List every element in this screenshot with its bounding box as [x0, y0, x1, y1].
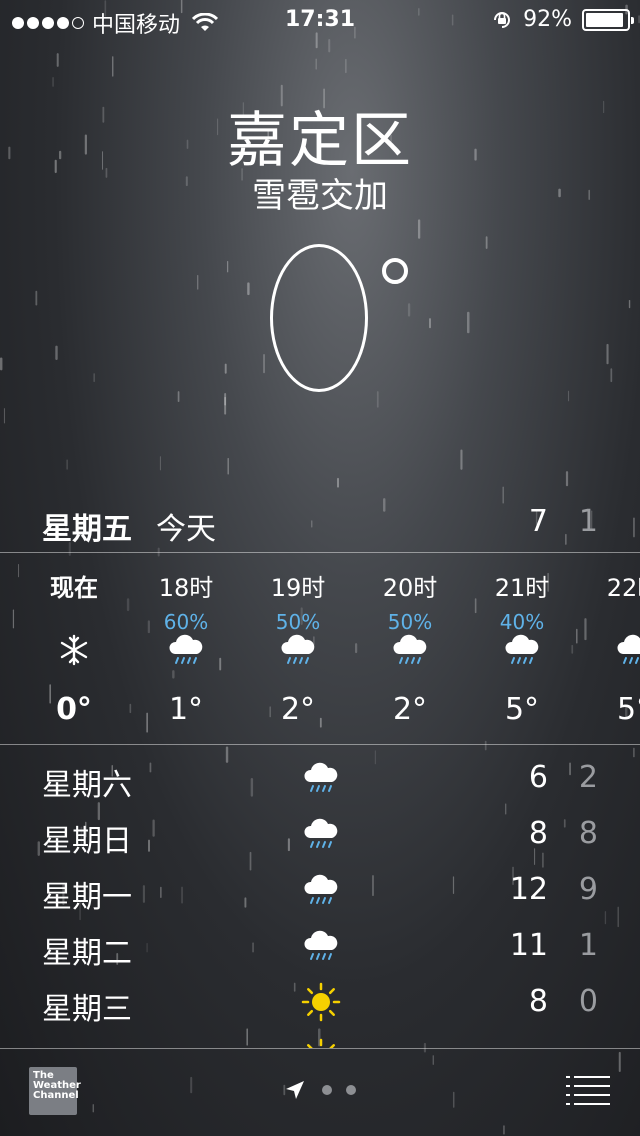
hour-temperature: 5° [616, 692, 640, 727]
daily-row: 星期三 8 0 [0, 976, 640, 1032]
day-high: 8 [528, 816, 548, 851]
bottom-toolbar: The Weather Channel [0, 1049, 640, 1136]
hour-temperature: 5° [504, 692, 540, 727]
today-label: 今天 [156, 512, 216, 547]
day-low: 1 [578, 928, 598, 963]
day-high: 6 [528, 760, 548, 795]
weekday-label: 星期六 [42, 768, 132, 803]
battery-percent: 92% [523, 7, 572, 32]
hour-temperature: 2° [280, 692, 316, 727]
sun-icon [301, 982, 341, 1022]
day-low: 2 [578, 760, 598, 795]
location-arrow-icon[interactable] [284, 1079, 306, 1101]
hour-temperature: 2° [392, 692, 428, 727]
list-icon[interactable] [566, 1075, 610, 1105]
rain-cloud-icon [301, 926, 341, 966]
weekday-label: 星期日 [42, 824, 132, 859]
hour-temperature: 0° [56, 692, 92, 727]
weekday-label: 星期一 [42, 880, 132, 915]
hour-label: 19时 [270, 574, 326, 602]
hourly-forecast[interactable]: 现在0°18时60%1°19时50%2°20时50%2°21时40%5°22时5… [0, 554, 640, 744]
battery-icon [582, 8, 634, 31]
page-dot-icon[interactable] [322, 1085, 332, 1095]
daily-row: 星期四 [0, 1032, 640, 1048]
day-low: 0 [578, 984, 598, 1019]
orientation-lock-icon [494, 11, 511, 28]
daily-row: 星期二 11 1 [0, 920, 640, 976]
rain-cloud-icon [301, 758, 341, 798]
rain-cloud-icon [278, 630, 318, 670]
current-temperature [270, 244, 408, 392]
divider-bottom [0, 744, 640, 745]
today-low: 1 [578, 504, 598, 539]
divider-top [0, 552, 640, 553]
rain-cloud-icon [301, 870, 341, 910]
day-high: 11 [509, 928, 548, 963]
rain-cloud-icon [301, 814, 341, 854]
sun-icon [301, 1038, 341, 1048]
day-high: 8 [528, 984, 548, 1019]
snowflake-icon [54, 630, 94, 670]
hour-label: 22时 [606, 574, 640, 602]
day-low: 8 [578, 816, 598, 851]
hour-label: 21时 [494, 574, 550, 602]
weekday-label: 星期四 [42, 1040, 132, 1048]
daily-row: 星期日 8 8 [0, 808, 640, 864]
city-name: 嘉定区 [227, 106, 413, 176]
rain-cloud-icon [614, 630, 640, 670]
weather-channel-logo[interactable]: The Weather Channel [29, 1067, 81, 1115]
weather-condition: 雪雹交加 [252, 176, 388, 216]
day-high: 12 [509, 872, 548, 907]
page-dot-icon[interactable] [346, 1085, 356, 1095]
today-high: 7 [528, 504, 548, 539]
hour-label: 18时 [158, 574, 214, 602]
hour-temperature: 1° [168, 692, 204, 727]
daily-row: 星期一 12 9 [0, 864, 640, 920]
hour-label: 现在 [50, 574, 98, 602]
today-weekday: 星期五 [42, 512, 132, 547]
rain-cloud-icon [166, 630, 206, 670]
rain-cloud-icon [390, 630, 430, 670]
hour-label: 20时 [382, 574, 438, 602]
daily-row: 星期六 6 2 [0, 752, 640, 808]
rain-cloud-icon [502, 630, 542, 670]
status-bar: 中国移动 17:31 92% [0, 0, 640, 40]
weekday-label: 星期三 [42, 992, 132, 1027]
daily-forecast[interactable]: 星期六62星期日88星期一129星期二111星期三80星期四 [0, 752, 640, 1048]
weekday-label: 星期二 [42, 936, 132, 971]
today-summary-row: 星期五 今天 7 1 [0, 504, 640, 548]
day-low: 9 [578, 872, 598, 907]
